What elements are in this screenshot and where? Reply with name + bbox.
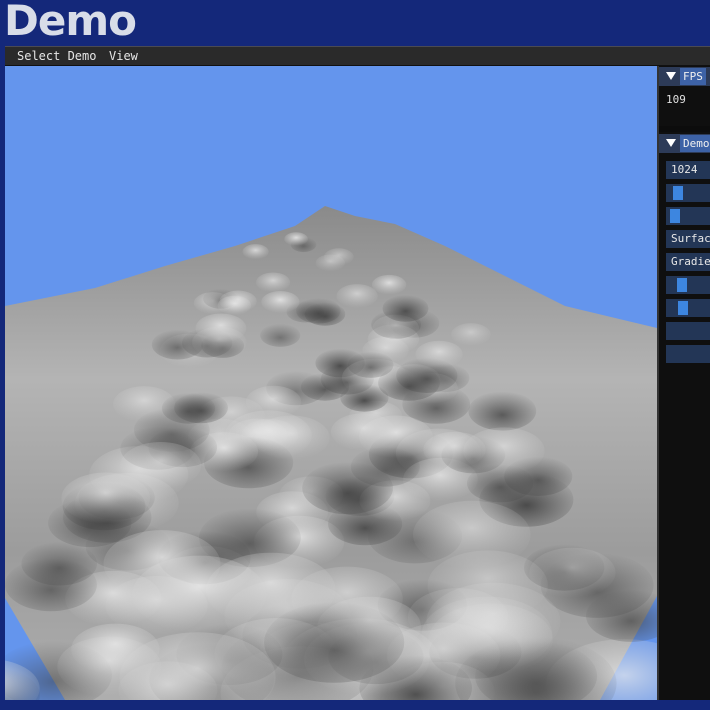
terrain-valley [260,323,301,347]
menu-view[interactable]: View [109,49,138,63]
terrain-valley [468,391,537,431]
terrain-viewport[interactable] [5,66,657,700]
terrain-valley [264,602,405,683]
demo-button-1[interactable] [666,322,710,340]
terrain-valley [347,351,394,378]
terrain-peak [192,326,247,358]
menu-bar: Select Demo View [5,47,710,66]
terrain-peak [217,295,252,316]
surface-combo[interactable]: Surface [666,230,710,248]
demo-slider-4[interactable] [666,299,710,317]
terrain-valley [296,298,341,324]
slider-grab[interactable] [677,301,688,315]
window-title-bar: Demo [0,0,710,46]
demo-slider-3[interactable] [666,276,710,294]
terrain-peak [451,323,491,346]
slider-grab[interactable] [677,278,687,292]
tab-demo[interactable]: Demo [680,135,710,152]
resolution-value: 1024 [671,163,698,176]
fps-panel-header[interactable]: FPS [659,67,710,86]
demo-button-2[interactable] [666,345,710,363]
terrain-valley [350,446,420,487]
terrain-peak [336,284,378,308]
terrain-peak [315,254,345,272]
terrain-valley [340,383,389,412]
demo-slider-1[interactable] [666,184,710,202]
terrain-peak [415,340,463,368]
gradient-combo-value: Gradient [671,255,710,268]
menu-select-demo[interactable]: Select Demo [17,49,96,63]
terrain-peak [120,442,202,489]
collapse-triangle-icon[interactable] [666,139,676,147]
terrain-peak [284,232,308,246]
terrain-peak [371,274,407,295]
slider-grab[interactable] [672,186,683,200]
tab-fps[interactable]: FPS [680,68,706,85]
slider-grab[interactable] [669,209,680,223]
panel-divider [659,126,710,132]
demo-slider-2[interactable] [666,207,710,225]
terrain-peak [253,415,330,460]
collapse-triangle-icon[interactable] [666,72,676,80]
terrain-peak [256,272,291,293]
terrain-peak [261,291,300,313]
terrain-valley [174,392,228,424]
gradient-combo[interactable]: Gradient [666,253,710,271]
resolution-input[interactable]: 1024 [666,161,710,179]
demo-panel-header[interactable]: Demo [659,134,710,153]
terrain-peak [242,244,269,260]
terrain-peak [57,636,162,697]
surface-combo-value: Surface [671,232,710,245]
terrain-valley [382,295,429,322]
app-title: Demo [4,0,137,45]
terrain-render [5,206,657,700]
window-bottom-border [0,700,710,710]
fps-value: 109 [666,93,686,106]
terrain-peak [132,555,267,633]
terrain-peak [427,550,548,620]
terrain-valley [21,541,97,586]
terrain-peak [330,413,396,451]
